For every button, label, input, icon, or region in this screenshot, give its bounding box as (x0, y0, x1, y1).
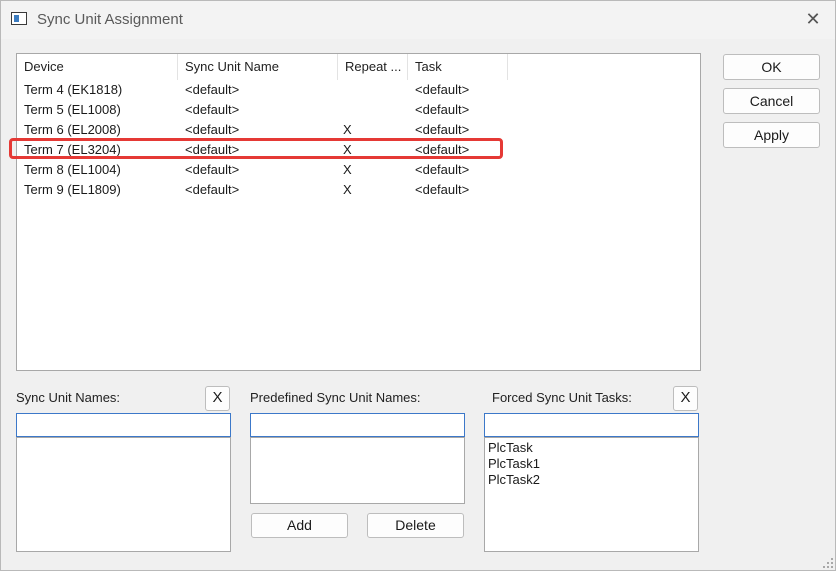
cell-task: <default> (415, 122, 470, 137)
predefined-sync-unit-name-input[interactable] (250, 413, 465, 437)
cell-repeat: X (343, 162, 352, 177)
ok-button[interactable]: OK (723, 54, 820, 80)
delete-button[interactable]: Delete (367, 513, 464, 538)
device-list-view[interactable]: Device Sync Unit Name Repeat ... Task Te… (16, 53, 701, 371)
cell-device: Term 4 (EK1818) (24, 82, 123, 97)
column-header-sync-unit-name[interactable]: Sync Unit Name (178, 54, 338, 80)
sync-unit-name-input[interactable] (16, 413, 231, 437)
clear-forced-tasks-button[interactable]: X (673, 386, 698, 411)
cell-device: Term 8 (EL1004) (24, 162, 121, 177)
add-button[interactable]: Add (251, 513, 348, 538)
column-header-repeat[interactable]: Repeat ... (338, 54, 408, 80)
column-header-task[interactable]: Task (408, 54, 508, 80)
table-row[interactable]: Term 6 (EL2008) <default> X <default> (17, 120, 700, 140)
table-row[interactable]: Term 5 (EL1008) <default> <default> (17, 100, 700, 120)
cell-device: Term 5 (EL1008) (24, 102, 121, 117)
apply-button[interactable]: Apply (723, 122, 820, 148)
cell-sync-unit-name: <default> (185, 182, 240, 197)
title-bar: Sync Unit Assignment ✕ (1, 1, 835, 39)
list-item[interactable]: PlcTask1 (485, 456, 698, 472)
cell-sync-unit-name: <default> (185, 82, 240, 97)
row-highlight-annotation (9, 138, 503, 159)
cell-repeat: X (343, 182, 352, 197)
cell-device: Term 6 (EL2008) (24, 122, 121, 137)
window-app-icon (11, 12, 27, 25)
predefined-sync-unit-names-label: Predefined Sync Unit Names: (250, 390, 421, 405)
cell-sync-unit-name: <default> (185, 162, 240, 177)
cell-sync-unit-name: <default> (185, 122, 240, 137)
cancel-button[interactable]: Cancel (723, 88, 820, 114)
resize-grip-icon[interactable] (823, 558, 833, 568)
column-header-device[interactable]: Device (17, 54, 178, 80)
cell-task: <default> (415, 182, 470, 197)
dialog-window: Sync Unit Assignment ✕ Device Sync Unit … (0, 0, 836, 571)
cell-task: <default> (415, 162, 470, 177)
cell-device: Term 9 (EL1809) (24, 182, 121, 197)
forced-sync-unit-tasks-label: Forced Sync Unit Tasks: (492, 390, 632, 405)
list-item[interactable]: PlcTask (485, 440, 698, 456)
close-icon[interactable]: ✕ (801, 7, 825, 31)
list-header: Device Sync Unit Name Repeat ... Task (17, 54, 700, 80)
table-row[interactable]: Term 4 (EK1818) <default> <default> (17, 80, 700, 100)
clear-sync-unit-names-button[interactable]: X (205, 386, 230, 411)
forced-task-input[interactable] (484, 413, 699, 437)
sync-unit-names-list[interactable] (16, 437, 231, 552)
predefined-sync-unit-names-list[interactable] (250, 437, 465, 504)
table-row[interactable]: Term 9 (EL1809) <default> X <default> (17, 180, 700, 200)
cell-task: <default> (415, 102, 470, 117)
cell-task: <default> (415, 82, 470, 97)
sync-unit-names-label: Sync Unit Names: (16, 390, 121, 405)
list-item[interactable]: PlcTask2 (485, 472, 698, 488)
forced-tasks-list[interactable]: PlcTask PlcTask1 PlcTask2 (484, 437, 699, 552)
table-row[interactable]: Term 8 (EL1004) <default> X <default> (17, 160, 700, 180)
window-title: Sync Unit Assignment (37, 11, 183, 28)
cell-sync-unit-name: <default> (185, 102, 240, 117)
cell-repeat: X (343, 122, 352, 137)
